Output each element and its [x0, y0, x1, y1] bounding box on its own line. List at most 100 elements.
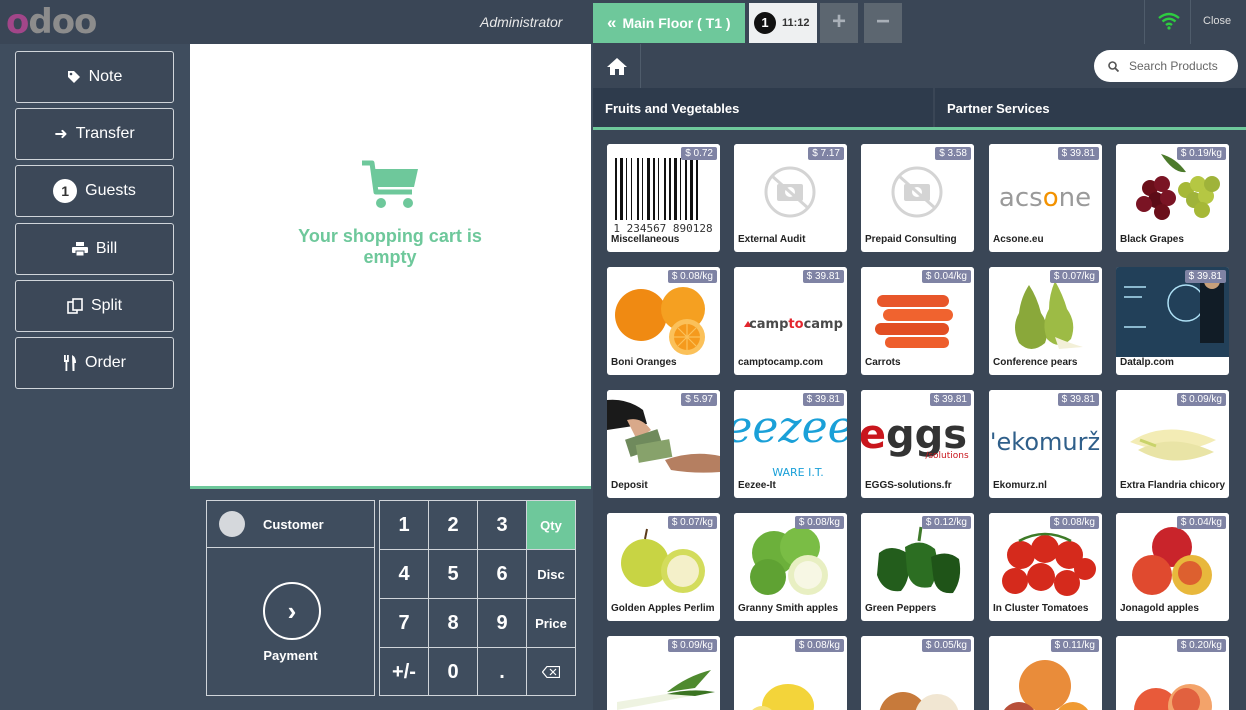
product-card[interactable]: acsone $ 39.81 Acsone.eu — [989, 144, 1102, 252]
product-card[interactable]: $ 0.04/kg Carrots — [861, 267, 974, 375]
product-card[interactable]: $ 0.05/kg — [861, 636, 974, 710]
numpad-key-4[interactable]: 4 — [380, 550, 429, 599]
product-card[interactable]: $ 0.08/kg — [734, 636, 847, 710]
product-card[interactable]: eggs/solutions $ 39.81 EGGS-solutions.fr — [861, 390, 974, 498]
product-card[interactable]: $ 0.04/kg Jonagold apples — [1116, 513, 1229, 621]
numpad-key-9[interactable]: 9 — [478, 599, 527, 648]
product-card[interactable]: $ 0.07/kg Conference pears — [989, 267, 1102, 375]
product-name: Ekomurz.nl — [993, 480, 1047, 491]
home-category-button[interactable] — [593, 44, 641, 88]
product-price: $ 0.07/kg — [667, 516, 717, 529]
product-price: $ 7.17 — [808, 147, 844, 160]
product-card[interactable]: $ 0.07/kg Golden Apples Perlim — [607, 513, 720, 621]
product-price: $ 0.20/kg — [1176, 639, 1226, 652]
order-tab[interactable]: 1 11:12 — [749, 3, 817, 43]
order-button[interactable]: Order — [15, 337, 174, 389]
remove-order-button[interactable]: − — [864, 3, 902, 43]
product-card[interactable]: $ 39.81 Datalp.com — [1116, 267, 1229, 375]
backspace-icon — [542, 666, 560, 678]
product-name: EGGS-solutions.fr — [865, 480, 952, 491]
split-button[interactable]: Split — [15, 280, 174, 332]
search-placeholder: Search Products — [1129, 59, 1218, 73]
print-icon — [71, 242, 88, 256]
close-button[interactable]: Close — [1203, 15, 1231, 27]
product-card[interactable]: $ 0.08/kg In Cluster Tomatoes — [989, 513, 1102, 621]
add-order-button[interactable]: + — [820, 3, 858, 43]
search-box[interactable]: Search Products — [1094, 50, 1238, 82]
bill-button[interactable]: Bill — [15, 223, 174, 275]
product-name: Conference pears — [993, 357, 1078, 368]
product-name: camptocamp.com — [738, 357, 824, 368]
transfer-button[interactable]: ➜ Transfer — [15, 108, 174, 160]
svg-text:1 234567 890128: 1 234567 890128 — [613, 222, 712, 234]
mode-qty-button[interactable]: Qty — [527, 501, 575, 550]
product-price: $ 39.81 — [1057, 147, 1099, 160]
top-bar: odoo Administrator « Main Floor ( T1 ) 1… — [0, 0, 1246, 44]
category-partner-services[interactable]: Partner Services — [935, 88, 1246, 128]
product-price: $ 0.08/kg — [667, 270, 717, 283]
floor-button-label: Main Floor ( T1 ) — [622, 15, 731, 31]
header-divider — [1190, 0, 1191, 44]
product-price: $ 39.81 — [1057, 393, 1099, 406]
customer-button[interactable]: Customer — [206, 500, 375, 548]
svg-text:camptocamp: camptocamp — [749, 317, 843, 332]
product-card[interactable]: $ 0.20/kg — [1116, 636, 1229, 710]
numpad-key-2[interactable]: 2 — [429, 501, 478, 550]
numpad-key-6[interactable]: 6 — [478, 550, 527, 599]
payment-button[interactable]: › Payment — [206, 548, 375, 696]
product-price: $ 0.11/kg — [1050, 639, 1099, 652]
empty-cart-message: Your shopping cart is empty — [298, 226, 482, 267]
product-price: $ 39.81 — [802, 393, 844, 406]
numpad-key-plus-minus[interactable]: +/- — [380, 648, 429, 696]
backspace-button[interactable] — [527, 648, 575, 696]
product-card[interactable]: $ 0.12/kg Green Peppers — [861, 513, 974, 621]
product-card[interactable]: 1 234567 890128 $ 0.72 Miscellaneous — [607, 144, 720, 252]
order-panel: Your shopping cart is empty — [190, 44, 591, 489]
product-name: Extra Flandria chicory — [1120, 480, 1226, 491]
numpad-key-0[interactable]: 0 — [429, 648, 478, 696]
product-card[interactable]: $ 7.17 External Audit — [734, 144, 847, 252]
customer-label: Customer — [263, 516, 324, 532]
product-price: $ 39.81 — [1184, 270, 1226, 283]
numpad-key-decimal[interactable]: . — [478, 648, 527, 696]
product-name: Miscellaneous — [611, 234, 680, 245]
product-card[interactable]: $ 0.09/kg Extra Flandria chicory — [1116, 390, 1229, 498]
guests-label: Guests — [85, 182, 136, 199]
note-button[interactable]: Note — [15, 51, 174, 103]
product-price: $ 0.72 — [681, 147, 717, 160]
numpad: 1 2 3 Qty 4 5 6 Disc 7 8 9 Price +/- 0 . — [379, 500, 576, 696]
product-card[interactable]: $ 0.08/kg Boni Oranges — [607, 267, 720, 375]
product-price: $ 5.97 — [681, 393, 717, 406]
product-card[interactable]: $ 0.11/kg — [989, 636, 1102, 710]
product-price: $ 0.04/kg — [1176, 516, 1226, 529]
product-card[interactable]: 'ekomurž $ 39.81 Ekomurz.nl — [989, 390, 1102, 498]
order-number-badge: 1 — [754, 12, 776, 34]
numpad-key-8[interactable]: 8 — [429, 599, 478, 648]
tag-icon — [67, 71, 80, 83]
mode-discount-button[interactable]: Disc — [527, 550, 575, 599]
product-card[interactable]: camptocamp $ 39.81 camptocamp.com — [734, 267, 847, 375]
product-card[interactable]: $ 5.97 Deposit — [607, 390, 720, 498]
product-card[interactable]: eezee WARE I.T. $ 39.81 Eezee-It — [734, 390, 847, 498]
product-name: Acsone.eu — [993, 234, 1044, 245]
header-divider — [1144, 0, 1145, 44]
mode-price-button[interactable]: Price — [527, 599, 575, 648]
products-panel: Search Products Fruits and Vegetables Pa… — [593, 44, 1246, 710]
product-name: Prepaid Consulting — [865, 234, 957, 245]
numpad-key-5[interactable]: 5 — [429, 550, 478, 599]
product-card[interactable]: $ 0.08/kg Granny Smith apples — [734, 513, 847, 621]
numpad-key-3[interactable]: 3 — [478, 501, 527, 550]
guests-button[interactable]: 1 Guests — [15, 165, 174, 217]
svg-text:'ekomurž: 'ekomurž — [990, 428, 1100, 456]
numpad-key-1[interactable]: 1 — [380, 501, 429, 550]
svg-text:/solutions: /solutions — [925, 451, 969, 461]
product-card[interactable]: $ 3.58 Prepaid Consulting — [861, 144, 974, 252]
product-name: Granny Smith apples — [738, 603, 839, 614]
numpad-key-7[interactable]: 7 — [380, 599, 429, 648]
category-fruits-vegetables[interactable]: Fruits and Vegetables — [593, 88, 933, 128]
order-time: 11:12 — [782, 17, 810, 29]
floor-button[interactable]: « Main Floor ( T1 ) — [593, 3, 745, 43]
product-card[interactable]: $ 0.09/kg — [607, 636, 720, 710]
product-card[interactable]: $ 0.19/kg Black Grapes — [1116, 144, 1229, 252]
product-price: $ 0.09/kg — [667, 639, 717, 652]
